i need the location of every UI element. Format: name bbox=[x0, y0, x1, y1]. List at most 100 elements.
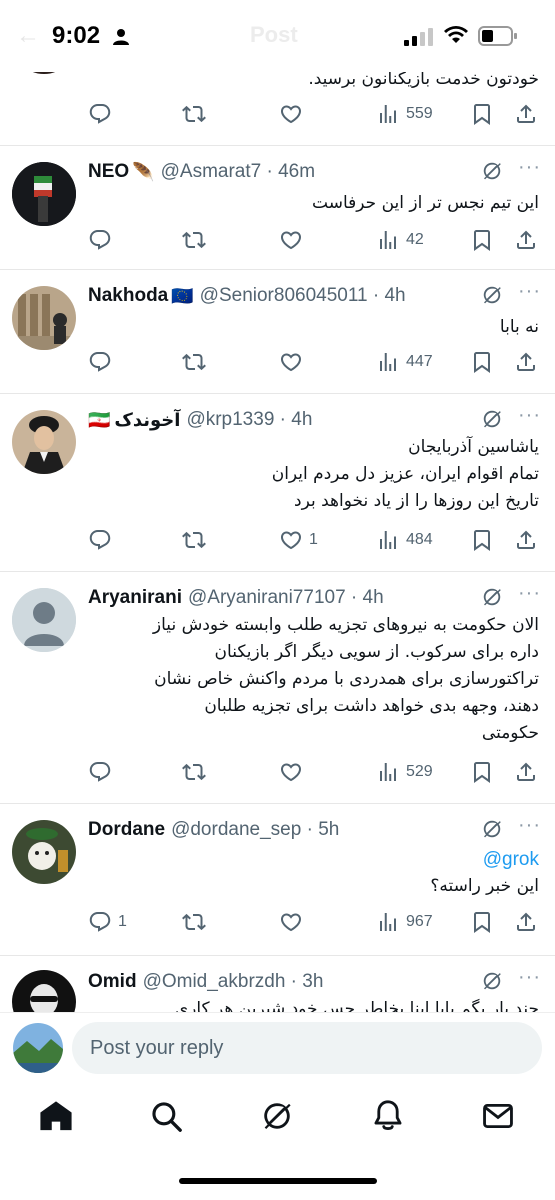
more-icon[interactable]: ··· bbox=[518, 582, 541, 605]
repost-button[interactable] bbox=[182, 758, 206, 786]
share-button[interactable] bbox=[514, 908, 538, 936]
like-button[interactable] bbox=[279, 226, 303, 254]
reply-tweet[interactable]: 🇮🇷 آخوندک @krp1339 · 4h ··· یاشاسین آذرب… bbox=[0, 394, 555, 572]
replies-count: 1 bbox=[118, 913, 127, 930]
repost-button[interactable] bbox=[182, 526, 206, 554]
tweet-text: نه بابا bbox=[499, 317, 539, 337]
avatar-image bbox=[12, 162, 76, 226]
views-icon bbox=[376, 760, 400, 784]
reply-tweet[interactable]: Aryanirani @Aryanirani77107 · 4h ··· الا… bbox=[0, 572, 555, 804]
grok-icon bbox=[260, 1099, 294, 1133]
like-icon bbox=[279, 760, 303, 784]
display-name[interactable]: آخوندک bbox=[114, 410, 180, 431]
grok-icon[interactable] bbox=[481, 408, 503, 430]
reply-button[interactable] bbox=[88, 226, 112, 254]
battery-icon bbox=[478, 26, 517, 46]
bookmark-button[interactable] bbox=[470, 526, 494, 554]
repost-button[interactable] bbox=[182, 226, 206, 254]
display-name[interactable]: Nakhoda bbox=[88, 285, 168, 307]
more-icon[interactable]: ··· bbox=[518, 814, 541, 837]
repost-button[interactable] bbox=[182, 908, 206, 936]
like-button[interactable]: 1 bbox=[279, 526, 318, 554]
repost-button[interactable] bbox=[182, 100, 206, 128]
display-name[interactable]: Dordane bbox=[88, 819, 165, 841]
bookmark-button[interactable] bbox=[470, 908, 494, 936]
like-button[interactable] bbox=[279, 348, 303, 376]
tab-messages[interactable] bbox=[478, 1098, 518, 1134]
share-icon bbox=[514, 102, 538, 126]
reply-button[interactable] bbox=[88, 526, 112, 554]
bookmark-button[interactable] bbox=[470, 226, 494, 254]
reply-tweet[interactable]: Nakhoda 🇪🇺 @Senior806045011 · 4h ··· نه … bbox=[0, 270, 555, 394]
share-button[interactable] bbox=[514, 348, 538, 376]
replies-feed[interactable]: خودتون خدمت بازیکنانون برسید. 559 NEO 🪶 … bbox=[0, 0, 555, 1012]
avatar[interactable] bbox=[12, 162, 76, 226]
my-avatar[interactable] bbox=[13, 1023, 63, 1073]
grok-icon[interactable] bbox=[481, 160, 503, 182]
display-name[interactable]: NEO bbox=[88, 161, 129, 183]
tweet-text: یاشاسین آذربایجان تمام اقوام ایران، عزیز… bbox=[271, 437, 539, 511]
views-icon bbox=[376, 910, 400, 934]
tweet-header: 🇮🇷 آخوندک @krp1339 · 4h ··· bbox=[88, 404, 541, 434]
views-button[interactable]: 967 bbox=[376, 908, 433, 936]
reply-input[interactable]: Post your reply bbox=[72, 1022, 542, 1074]
more-icon[interactable]: ··· bbox=[518, 156, 541, 179]
tab-notifications[interactable] bbox=[368, 1098, 408, 1134]
tweet-actions: 1 967 bbox=[86, 908, 545, 936]
bookmark-button[interactable] bbox=[470, 348, 494, 376]
like-button[interactable] bbox=[279, 758, 303, 786]
repost-icon bbox=[182, 102, 206, 126]
reply-tweet[interactable]: Dordane @dordane_sep · 5h ··· @grok این … bbox=[0, 804, 555, 956]
tab-search[interactable] bbox=[146, 1098, 186, 1134]
more-icon[interactable]: ··· bbox=[518, 966, 541, 989]
bookmark-button[interactable] bbox=[470, 100, 494, 128]
avatar[interactable] bbox=[12, 970, 76, 1012]
avatar[interactable] bbox=[12, 588, 76, 652]
display-name[interactable]: Omid bbox=[88, 971, 137, 993]
views-button[interactable]: 42 bbox=[376, 226, 424, 254]
avatar[interactable] bbox=[12, 286, 76, 350]
repost-icon bbox=[182, 528, 206, 552]
reply-button[interactable] bbox=[88, 348, 112, 376]
repost-button[interactable] bbox=[182, 348, 206, 376]
like-button[interactable] bbox=[279, 100, 303, 128]
bookmark-button[interactable] bbox=[470, 758, 494, 786]
grok-icon[interactable] bbox=[481, 818, 503, 840]
share-button[interactable] bbox=[514, 100, 538, 128]
share-icon bbox=[514, 528, 538, 552]
avatar[interactable] bbox=[12, 820, 76, 884]
tweet-text: چند بار بگم بابا اینا بخاطر حس خود شیرین… bbox=[174, 999, 539, 1012]
reply-button[interactable]: 1 bbox=[88, 908, 127, 936]
share-button[interactable] bbox=[514, 226, 538, 254]
tweet-header: Aryanirani @Aryanirani77107 · 4h ··· bbox=[88, 582, 541, 612]
mention-link[interactable]: @grok bbox=[88, 846, 539, 873]
grok-icon[interactable] bbox=[481, 284, 503, 306]
reply-tweet[interactable]: NEO 🪶 @Asmarat7 · 46m ··· این تیم نجس تر… bbox=[0, 146, 555, 270]
views-button[interactable]: 447 bbox=[376, 348, 433, 376]
tweet-actions: 42 bbox=[86, 226, 545, 254]
share-button[interactable] bbox=[514, 758, 538, 786]
back-arrow-icon[interactable]: ← bbox=[16, 22, 40, 50]
name-emoji: 🇪🇺 bbox=[171, 285, 194, 306]
messages-icon bbox=[483, 1103, 513, 1129]
more-icon[interactable]: ··· bbox=[518, 280, 541, 303]
views-button[interactable]: 484 bbox=[376, 526, 433, 554]
reply-tweet[interactable]: Omid @Omid_akbrzdh · 3h ··· چند بار بگم … bbox=[0, 956, 555, 1012]
avatar[interactable] bbox=[12, 410, 76, 474]
tab-grok[interactable] bbox=[257, 1098, 297, 1134]
like-icon bbox=[279, 228, 303, 252]
avatar-image bbox=[13, 1023, 63, 1073]
share-button[interactable] bbox=[514, 526, 538, 554]
reply-button[interactable] bbox=[88, 758, 112, 786]
grok-icon[interactable] bbox=[481, 586, 503, 608]
views-button[interactable]: 529 bbox=[376, 758, 433, 786]
more-icon[interactable]: ··· bbox=[518, 404, 541, 427]
like-button[interactable] bbox=[279, 908, 303, 936]
tab-home[interactable] bbox=[36, 1098, 76, 1134]
views-icon bbox=[376, 528, 400, 552]
grok-icon[interactable] bbox=[481, 970, 503, 992]
display-name[interactable]: Aryanirani bbox=[88, 587, 182, 609]
tweet-actions: 447 bbox=[86, 348, 545, 376]
views-button[interactable]: 559 bbox=[376, 100, 433, 128]
reply-button[interactable] bbox=[88, 100, 112, 128]
